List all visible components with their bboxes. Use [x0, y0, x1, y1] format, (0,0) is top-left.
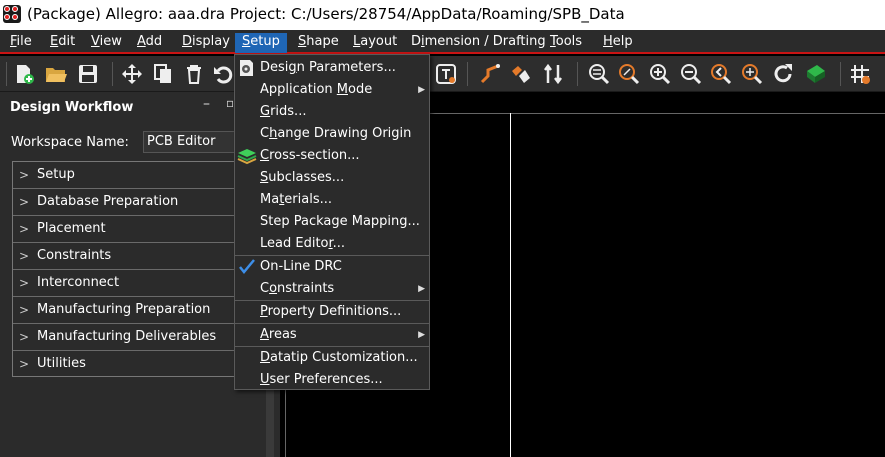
zoom-out-icon[interactable] [679, 62, 703, 86]
canvas-crosshair-line [510, 113, 511, 457]
save-icon[interactable] [76, 62, 100, 86]
checkmark-icon [237, 258, 257, 276]
menu-item-online-drc[interactable]: On-Line DRC [235, 256, 429, 278]
menu-shape[interactable]: Shape [291, 33, 346, 53]
app-logo-icon [3, 5, 21, 23]
workspace-label: Workspace Name: [11, 135, 129, 150]
setup-dropdown-menu: Design Parameters... Application Mode ▶ … [234, 54, 430, 390]
menu-item-step-package-mapping[interactable]: Step Package Mapping... [235, 211, 429, 233]
menu-help[interactable]: Help [596, 33, 640, 53]
submenu-arrow-icon: ▶ [418, 284, 425, 294]
menu-item-materials[interactable]: Materials... [235, 189, 429, 211]
pin-icon[interactable]: ▫ [226, 96, 234, 110]
workspace-select[interactable]: PCB Editor [143, 131, 243, 153]
menu-file[interactable]: File [3, 33, 39, 53]
menu-item-areas[interactable]: Areas ▶ [235, 324, 429, 346]
zoom-in-area-icon[interactable] [617, 62, 641, 86]
delete-icon[interactable] [182, 62, 206, 86]
menu-bar: File Edit View Add Display Setup Shape L… [0, 30, 885, 54]
menu-item-constraints[interactable]: Constraints ▶ [235, 278, 429, 300]
chevron-right-icon: > [19, 330, 30, 344]
text-edit-icon[interactable] [434, 62, 458, 86]
workflow-item-utilities[interactable]: > Utilities [13, 351, 267, 378]
design-parameters-icon [237, 59, 257, 77]
zoom-previous-icon[interactable] [709, 62, 733, 86]
menu-display[interactable]: Display [175, 33, 237, 53]
undo-icon[interactable] [211, 62, 235, 86]
chevron-right-icon: > [19, 357, 30, 371]
menu-item-grids[interactable]: Grids... [235, 101, 429, 123]
submenu-arrow-icon: ▶ [418, 85, 425, 95]
workflow-item-setup[interactable]: > Setup [13, 162, 267, 189]
zoom-in-icon[interactable] [648, 62, 672, 86]
workflow-item-database-preparation[interactable]: > Database Preparation [13, 189, 267, 216]
workflow-item-manufacturing-deliverables[interactable]: > Manufacturing Deliverables [13, 324, 267, 351]
chevron-right-icon: > [19, 222, 30, 236]
zoom-fit-icon[interactable] [587, 62, 611, 86]
chevron-right-icon: > [19, 168, 30, 182]
menu-item-datatip-customization[interactable]: Datatip Customization... [235, 347, 429, 369]
menu-tools[interactable]: Tools [543, 33, 589, 53]
menu-edit[interactable]: Edit [43, 33, 82, 53]
menu-view[interactable]: View [84, 33, 129, 53]
zoom-world-icon[interactable] [740, 62, 764, 86]
workflow-list: > Setup > Database Preparation > Placement … [12, 161, 268, 377]
workflow-item-manufacturing-preparation[interactable]: > Manufacturing Preparation [13, 297, 267, 324]
panel-title: Design Workflow [10, 100, 134, 115]
new-design-icon[interactable] [12, 62, 36, 86]
submenu-arrow-icon: ▶ [418, 330, 425, 340]
minimize-icon[interactable]: – [203, 96, 210, 112]
board-3d-icon[interactable] [804, 62, 828, 86]
menu-dimension-drafting[interactable]: Dimension / Drafting [404, 33, 553, 53]
open-folder-icon[interactable] [44, 62, 68, 86]
menu-item-application-mode[interactable]: Application Mode ▶ [235, 79, 429, 101]
menu-item-user-preferences[interactable]: User Preferences... [235, 369, 429, 391]
chevron-right-icon: > [19, 276, 30, 290]
menu-item-property-definitions[interactable]: Property Definitions... [235, 301, 429, 323]
toolbar [0, 56, 885, 92]
menu-item-change-drawing-origin[interactable]: Change Drawing Origin [235, 123, 429, 145]
slide-icon[interactable] [509, 62, 533, 86]
menu-item-subclasses[interactable]: Subclasses... [235, 167, 429, 189]
menu-layout[interactable]: Layout [346, 33, 404, 53]
menu-setup[interactable]: Setup [235, 33, 287, 53]
copy-icon[interactable] [151, 62, 175, 86]
window-title: (Package) Allegro: aaa.dra Project: C:/U… [27, 5, 625, 23]
title-bar: (Package) Allegro: aaa.dra Project: C:/U… [0, 0, 885, 30]
workflow-item-constraints[interactable]: > Constraints [13, 243, 267, 270]
move-icon[interactable] [120, 62, 144, 86]
menu-item-cross-section[interactable]: Cross-section... [235, 145, 429, 167]
menu-add[interactable]: Add [130, 33, 169, 53]
redraw-icon[interactable] [771, 62, 795, 86]
workflow-item-placement[interactable]: > Placement [13, 216, 267, 243]
workflow-item-interconnect[interactable]: > Interconnect [13, 270, 267, 297]
menu-item-design-parameters[interactable]: Design Parameters... [235, 57, 429, 79]
menu-item-lead-editor[interactable]: Lead Editor... [235, 233, 429, 255]
chevron-right-icon: > [19, 249, 30, 263]
chevron-right-icon: > [19, 303, 30, 317]
swap-icon[interactable] [541, 62, 565, 86]
cross-section-icon [237, 147, 257, 165]
add-connect-icon[interactable] [478, 62, 502, 86]
chevron-right-icon: > [19, 195, 30, 209]
grid-toggle-icon[interactable] [848, 62, 872, 86]
